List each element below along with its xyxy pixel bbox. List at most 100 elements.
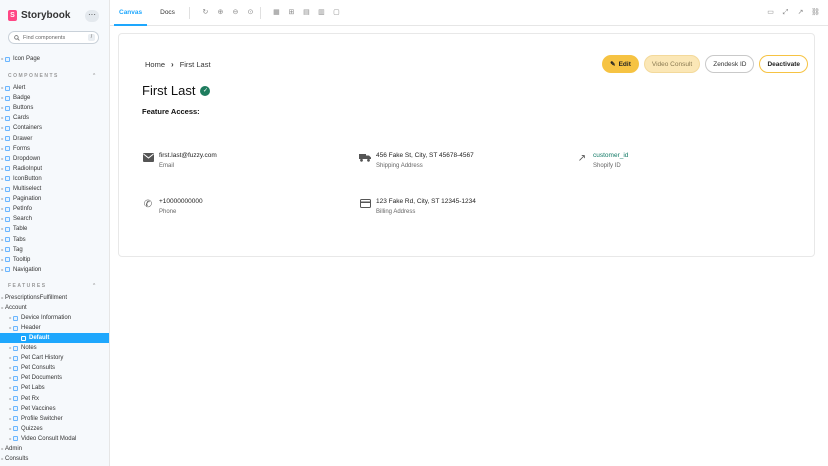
copy-link-icon[interactable]: ⛓ bbox=[811, 8, 820, 17]
divider bbox=[259, 6, 261, 19]
divider bbox=[188, 6, 190, 19]
breadcrumb-home[interactable]: Home bbox=[145, 60, 165, 69]
component-icon bbox=[5, 206, 10, 212]
sidebar-item-label: Containers bbox=[13, 125, 43, 132]
sidebar-item-component[interactable]: ▸ Pagination bbox=[0, 194, 109, 204]
sidebar-item-component[interactable]: ▸ Alert bbox=[0, 83, 109, 93]
sidebar-item-component[interactable]: ▸ Tabs bbox=[0, 235, 109, 245]
sidebar-toggle-icon[interactable]: ▭ bbox=[766, 8, 775, 17]
grid-icon[interactable]: ⊞ bbox=[287, 8, 296, 17]
sidebar-item-component[interactable]: ▸ Dropdown bbox=[0, 154, 109, 164]
edit-button[interactable]: ✎ Edit bbox=[602, 55, 639, 73]
sidebar-item-feature[interactable]: ▸ Consults bbox=[0, 454, 109, 464]
sidebar-item-feature[interactable]: ▸ Profile Switcher bbox=[0, 414, 109, 424]
sidebar-item-icon-page[interactable]: ▸ Icon Page bbox=[0, 54, 109, 64]
sidebar-item-label: Dropdown bbox=[13, 155, 41, 162]
sidebar-item-component[interactable]: ▸ RadioInput bbox=[0, 164, 109, 174]
sidebar-item-feature[interactable]: ▸ Quizzes bbox=[0, 424, 109, 434]
sidebar-item-label: Device Information bbox=[21, 315, 72, 322]
sidebar-item-component[interactable]: ▸ Forms bbox=[0, 144, 109, 154]
sidebar-item-component[interactable]: ▸ Cards bbox=[0, 113, 109, 123]
brand-title: Storybook bbox=[21, 9, 71, 21]
phone-icon: ✆ bbox=[143, 199, 153, 210]
fullscreen-icon[interactable]: ⤢ bbox=[781, 8, 790, 17]
sidebar-item-label: Default bbox=[29, 335, 50, 342]
edit-label: Edit bbox=[618, 60, 631, 68]
sidebar-item-feature[interactable]: ▸ PrescriptionsFulfillment bbox=[0, 293, 109, 303]
sidebar-item-label: Tooltip bbox=[13, 256, 31, 263]
sidebar-item-label: Tag bbox=[13, 246, 23, 253]
component-icon bbox=[13, 385, 18, 391]
expand-collapse-icon[interactable]: ⌃ bbox=[92, 73, 98, 79]
sidebar-item-label: Profile Switcher bbox=[21, 415, 63, 422]
sidebar-item-label: Navigation bbox=[13, 266, 42, 273]
external-link-icon[interactable]: ↗ bbox=[576, 153, 588, 165]
page-title: First Last ✓ bbox=[142, 83, 211, 98]
sidebar-item-feature[interactable]: ▸ Pet Rx bbox=[0, 394, 109, 404]
sidebar-item-label: Admin bbox=[5, 445, 23, 452]
sidebar-item-feature[interactable]: ▸ Video Consult Modal bbox=[0, 434, 109, 444]
reload-icon[interactable]: ↻ bbox=[201, 8, 210, 17]
component-icon bbox=[5, 95, 10, 101]
sidebar-item-label: PrescriptionsFulfillment bbox=[5, 295, 68, 301]
outline-icon[interactable]: ▢ bbox=[332, 8, 341, 17]
open-new-tab-icon[interactable]: ↗ bbox=[796, 8, 805, 17]
shopify-id-link[interactable]: customer_id bbox=[593, 152, 628, 159]
breadcrumb-current: First Last bbox=[179, 60, 211, 69]
sidebar-item-feature[interactable]: ▸ Header bbox=[0, 323, 109, 333]
shipping-value: 456 Fake St, City, ST 45678-4567 bbox=[376, 152, 474, 159]
features-section-header[interactable]: FEATURES ⌃ bbox=[8, 283, 96, 289]
sidebar-menu-button[interactable]: ··· bbox=[85, 10, 99, 22]
sidebar-item-label: Icon Page bbox=[13, 56, 41, 62]
sidebar-item-feature[interactable]: ▸ Account bbox=[0, 303, 109, 313]
sidebar-item-component[interactable]: ▸ Tooltip bbox=[0, 255, 109, 265]
sidebar-item-component[interactable]: ▸ Multiselect bbox=[0, 184, 109, 194]
zendesk-id-button[interactable]: Zendesk ID bbox=[705, 55, 755, 73]
sidebar-item-component[interactable]: ▸ IconButton bbox=[0, 174, 109, 184]
sidebar-item-component[interactable]: ▸ Drawer bbox=[0, 134, 109, 144]
email-info: first.last@fuzzy.com Email bbox=[142, 152, 217, 169]
storybook-logo-icon: S bbox=[8, 9, 17, 21]
sidebar-item-feature[interactable]: ▸ Pet Consults bbox=[0, 363, 109, 373]
sidebar-item-selected-story[interactable]: Default bbox=[0, 333, 109, 344]
component-icon bbox=[13, 345, 18, 351]
sidebar-item-component[interactable]: ▸ PetInfo bbox=[0, 204, 109, 214]
sidebar-item-feature[interactable]: ▸ Pet Labs bbox=[0, 383, 109, 393]
email-value: first.last@fuzzy.com bbox=[159, 152, 217, 159]
sidebar-item-feature[interactable]: ▸ Notes bbox=[0, 343, 109, 353]
tab-docs[interactable]: Docs bbox=[151, 0, 184, 26]
sidebar-item-component[interactable]: ▸ Containers bbox=[0, 123, 109, 133]
zoom-out-icon[interactable]: ⊖ bbox=[231, 8, 240, 17]
search-input[interactable]: Find components / bbox=[8, 31, 99, 44]
sidebar-item-component[interactable]: ▸ Search bbox=[0, 214, 109, 224]
zoom-in-icon[interactable]: ⊕ bbox=[216, 8, 225, 17]
components-section-header[interactable]: COMPONENTS ⌃ bbox=[8, 73, 96, 79]
background-grid-icon[interactable]: ▦ bbox=[272, 8, 281, 17]
expand-collapse-icon[interactable]: ⌃ bbox=[92, 283, 98, 289]
sidebar-item-feature[interactable]: ▸ Pet Cart History bbox=[0, 353, 109, 363]
sidebar-item-feature[interactable]: ▸ Pet Documents bbox=[0, 373, 109, 383]
sidebar-item-component[interactable]: ▸ Tag bbox=[0, 245, 109, 255]
sidebar-item-feature[interactable]: ▸ Device Information bbox=[0, 313, 109, 323]
sidebar-item-component[interactable]: ▸ Buttons bbox=[0, 103, 109, 113]
zoom-reset-icon[interactable]: ⊙ bbox=[246, 8, 255, 17]
sidebar-item-feature[interactable]: ▸ Pet Vaccines bbox=[0, 404, 109, 414]
search-icon bbox=[14, 34, 20, 41]
tab-canvas[interactable]: Canvas bbox=[110, 0, 151, 26]
sidebar-item-component[interactable]: ▸ Navigation bbox=[0, 265, 109, 275]
search-shortcut: / bbox=[88, 34, 95, 41]
viewport-icon[interactable]: ▤ bbox=[302, 8, 311, 17]
account-header-card: Home › First Last ✎ Edit Video Consult Z… bbox=[118, 33, 815, 257]
shopify-label: Shopify ID bbox=[593, 163, 621, 169]
sidebar-item-feature[interactable]: ▸ Admin bbox=[0, 444, 109, 454]
deactivate-button[interactable]: Deactivate bbox=[759, 55, 808, 73]
sidebar-item-component[interactable]: ▸ Badge bbox=[0, 93, 109, 103]
measure-icon[interactable]: ▥ bbox=[317, 8, 326, 17]
component-icon bbox=[5, 146, 10, 152]
video-consult-button[interactable]: Video Consult bbox=[643, 55, 701, 73]
mail-icon bbox=[142, 153, 154, 165]
component-icon bbox=[5, 226, 10, 232]
sidebar-item-component[interactable]: ▸ Table bbox=[0, 224, 109, 234]
sidebar-item-label: Tabs bbox=[13, 236, 26, 243]
sidebar-item-label: Pagination bbox=[13, 196, 42, 203]
